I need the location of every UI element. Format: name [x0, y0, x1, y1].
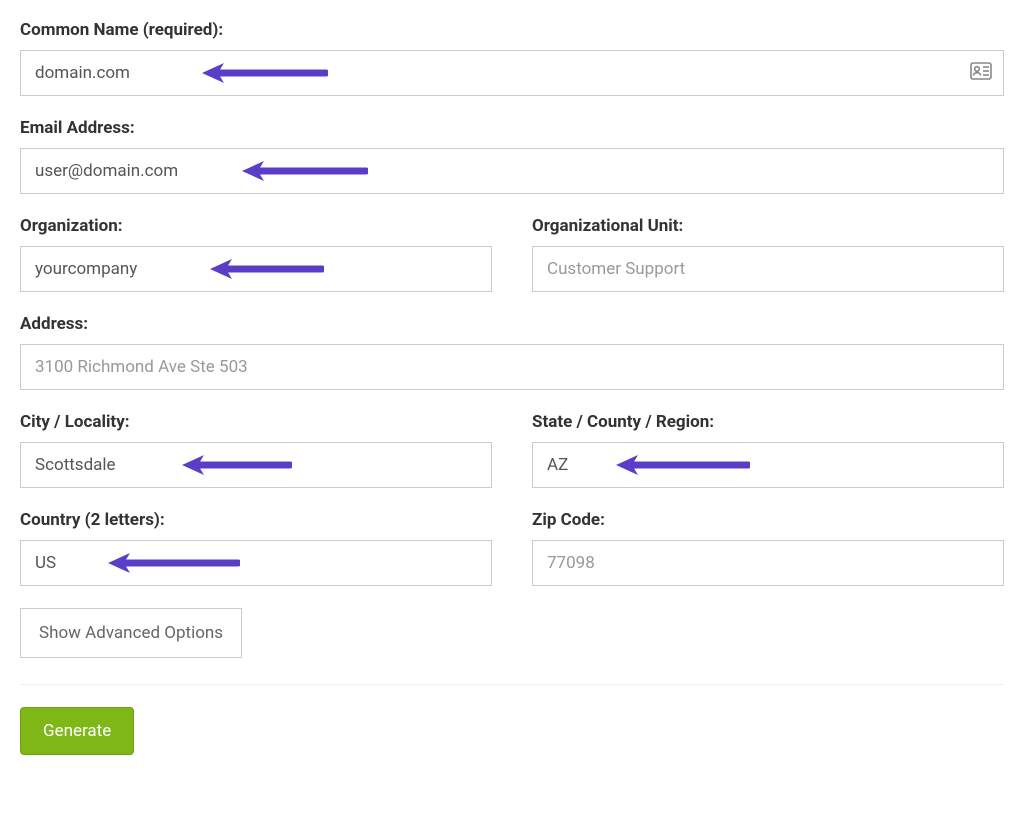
- state-label: State / County / Region:: [532, 412, 1004, 432]
- org-unit-input[interactable]: [532, 246, 1004, 292]
- email-input[interactable]: [20, 148, 1004, 194]
- address-label: Address:: [20, 314, 1004, 334]
- common-name-label: Common Name (required):: [20, 20, 1004, 40]
- city-input[interactable]: [20, 442, 492, 488]
- city-label: City / Locality:: [20, 412, 492, 432]
- org-unit-label: Organizational Unit:: [532, 216, 1004, 236]
- divider: [20, 684, 1004, 685]
- zip-label: Zip Code:: [532, 510, 1004, 530]
- state-input[interactable]: [532, 442, 1004, 488]
- country-input[interactable]: [20, 540, 492, 586]
- generate-button[interactable]: Generate: [20, 707, 134, 755]
- zip-input[interactable]: [532, 540, 1004, 586]
- show-advanced-options-button[interactable]: Show Advanced Options: [20, 608, 242, 658]
- organization-label: Organization:: [20, 216, 492, 236]
- organization-input[interactable]: [20, 246, 492, 292]
- email-label: Email Address:: [20, 118, 1004, 138]
- country-label: Country (2 letters):: [20, 510, 492, 530]
- address-input[interactable]: [20, 344, 1004, 390]
- common-name-input[interactable]: [20, 50, 1004, 96]
